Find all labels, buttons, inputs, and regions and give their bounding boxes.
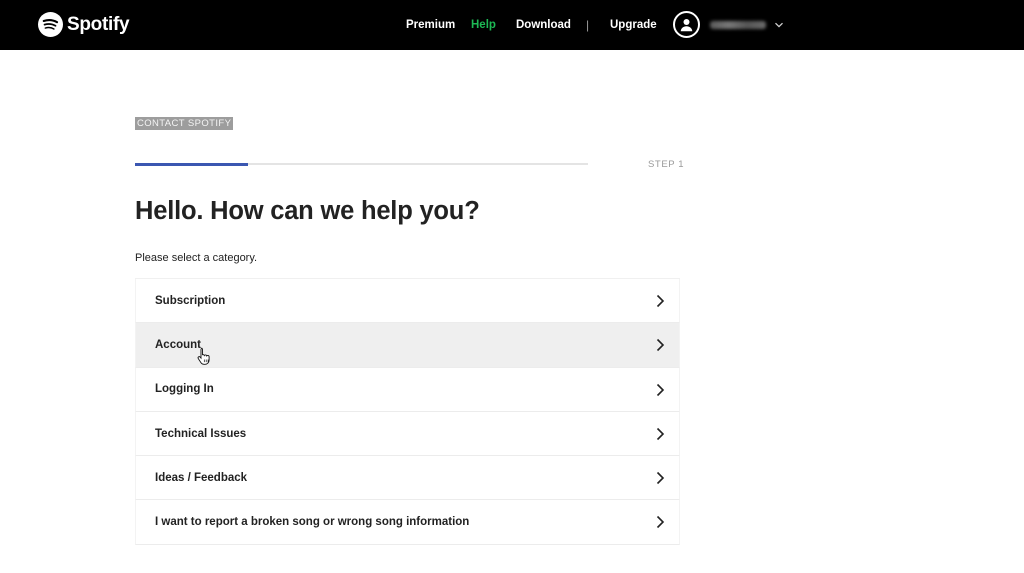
- nav-premium-link[interactable]: Premium: [406, 19, 455, 31]
- nav-help-link[interactable]: Help: [471, 19, 496, 31]
- step-label: STEP 1: [648, 159, 685, 170]
- category-item-account[interactable]: Account: [135, 323, 680, 368]
- category-item-technical-issues[interactable]: Technical Issues: [135, 411, 680, 457]
- hand-pointer-cursor-icon: [197, 347, 210, 365]
- category-label: Technical Issues: [155, 427, 247, 440]
- category-label: Logging In: [155, 383, 214, 396]
- username-blurred: [710, 20, 766, 29]
- profile-menu[interactable]: [673, 11, 784, 38]
- chevron-right-icon: [656, 472, 665, 485]
- avatar: [673, 11, 700, 38]
- top-navigation-bar: Spotify Premium Help Download | Upgrade: [0, 0, 1024, 50]
- category-label: Account: [155, 338, 201, 351]
- user-icon: [680, 18, 693, 32]
- category-label: Ideas / Feedback: [155, 471, 248, 484]
- chevron-right-icon: [656, 427, 665, 440]
- category-item-ideas-feedback[interactable]: Ideas / Feedback: [135, 456, 680, 501]
- nav-upgrade-link[interactable]: Upgrade: [610, 19, 657, 31]
- step-progress-fill: [135, 162, 249, 166]
- nav-separator: |: [586, 18, 590, 32]
- nav-download-link[interactable]: Download: [516, 19, 571, 31]
- category-item-logging-in[interactable]: Logging In: [135, 367, 680, 412]
- category-prompt: Please select a category.: [135, 252, 258, 264]
- step-progress-bar: [135, 162, 588, 166]
- category-item-subscription[interactable]: Subscription: [135, 279, 680, 324]
- category-list: Subscription Account Logging In Technica…: [135, 278, 680, 545]
- page-title: Hello. How can we help you?: [135, 197, 480, 225]
- chevron-right-icon: [656, 516, 665, 529]
- chevron-right-icon: [656, 339, 665, 352]
- category-label: Subscription: [155, 294, 226, 307]
- contact-eyebrow: CONTACT SPOTIFY: [135, 117, 234, 130]
- spotify-logo[interactable]: Spotify: [38, 12, 130, 37]
- category-label: I want to report a broken song or wrong …: [155, 516, 470, 529]
- chevron-right-icon: [656, 383, 665, 396]
- logo-wordmark: Spotify: [67, 13, 130, 35]
- chevron-down-icon: [775, 22, 783, 28]
- spotify-logo-icon: [38, 12, 63, 37]
- category-item-report-song[interactable]: I want to report a broken song or wrong …: [135, 500, 680, 545]
- chevron-right-icon: [656, 294, 665, 308]
